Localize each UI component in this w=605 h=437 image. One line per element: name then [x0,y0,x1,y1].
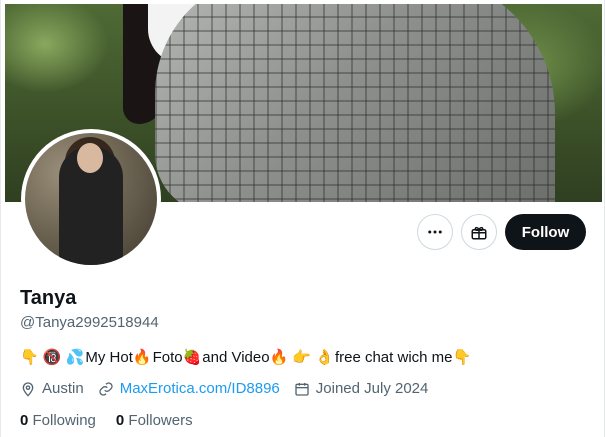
bio-text-4: free chat wich me [334,348,453,366]
followers-count: 0 [115,412,125,429]
avatar-photo [25,133,157,265]
bio-text-3: and Video [202,348,270,366]
avatar-face-shape [77,143,103,173]
profile-bio: 👇 🔞 💦 My Hot 🔥 Foto 🍓 and Video 🔥 👉 👌 fr… [20,348,472,367]
more-horizontal-icon [428,230,442,234]
following-label: Following [32,412,96,429]
following-link[interactable]: 0 Following [20,412,96,429]
website-item: MaxErotica.com/ID8896 [98,380,280,397]
user-handle: @Tanya2992518944 [20,314,159,331]
subscribe-button[interactable] [461,214,497,250]
location-pin-icon [22,381,34,397]
bio-emoji-prefix: 👇 🔞 💦 [20,349,85,366]
more-button[interactable] [417,214,453,250]
link-icon [99,381,113,396]
profile-frame: Follow Tanya @Tanya2992518944 👇 🔞 💦 My H… [0,0,605,437]
followers-link[interactable]: 0 Followers [116,412,193,429]
follow-counts: 0 Following 0 Followers [20,412,213,429]
pointing-down-emoji-icon: 👇 [452,349,472,366]
following-count: 0 [20,412,29,429]
location-item: Austin [20,380,84,397]
profile-meta: Austin MaxErotica.com/ID8896 Joined July… [20,380,442,397]
display-name: Tanya [20,287,77,309]
location-text: Austin [42,380,84,397]
bio-text-1: My Hot [85,348,133,366]
avatar[interactable] [21,129,161,269]
banner-coat-shape [155,4,555,202]
website-link[interactable]: MaxErotica.com/ID8896 [120,380,280,397]
fire-emoji-icon: 🔥 [132,349,152,366]
followers-label: Followers [128,412,193,429]
bio-text-2: Foto [152,348,183,366]
joined-text: Joined July 2024 [315,380,429,397]
joined-item: Joined July 2024 [294,380,429,397]
strawberry-emoji-icon: 🍓 [182,349,202,366]
bio-emoji-group: 🔥 👉 👌 [269,349,334,366]
follow-button[interactable]: Follow [505,214,586,250]
calendar-icon [295,382,309,396]
gift-icon [471,226,487,240]
